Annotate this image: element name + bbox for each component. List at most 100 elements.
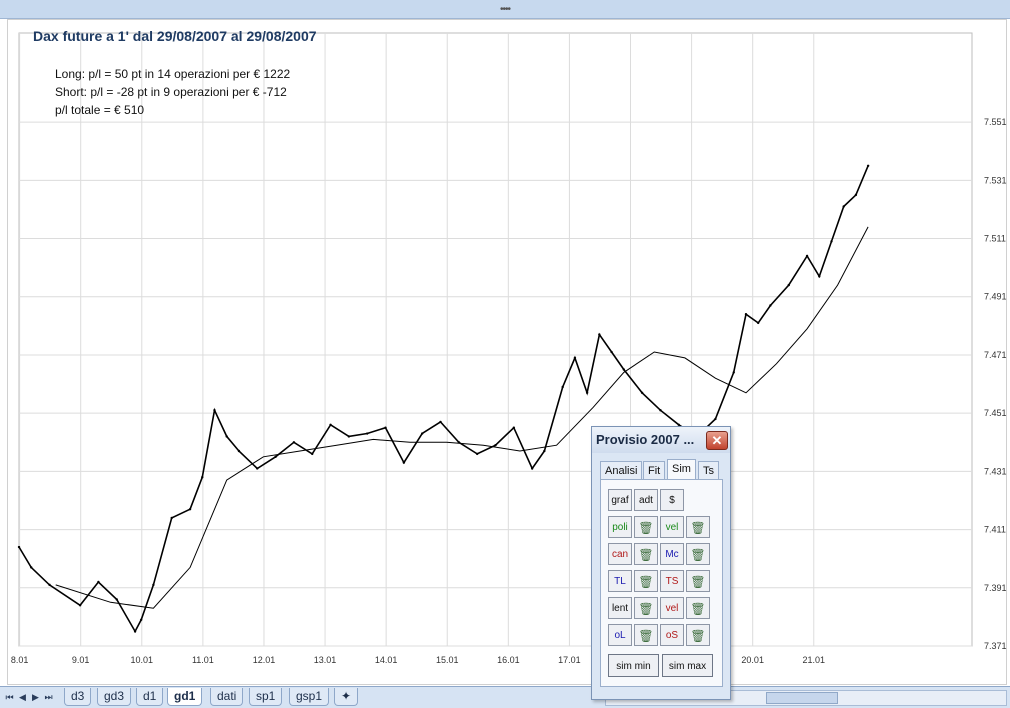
tab-d3[interactable]: d3 <box>64 688 92 706</box>
data-point <box>585 391 589 394</box>
mc-button[interactable]: Mc <box>660 543 684 565</box>
tab-analisi[interactable]: Analisi <box>600 461 643 480</box>
series-line <box>18 165 869 634</box>
x-tick-label: 15.01 <box>436 655 459 665</box>
worksheet: •••• 7.371 7.391 7.411 7.431 7.451 7.471 7.491… <box>0 0 1010 686</box>
sim-min-button[interactable]: sim min <box>608 654 659 677</box>
data-point <box>311 452 314 456</box>
trash-icon[interactable]: 🗑 <box>686 543 710 565</box>
tl-button[interactable]: TL <box>608 570 632 592</box>
vel-button[interactable]: vel <box>660 516 684 538</box>
y-tick-label: 7.391 <box>984 583 1007 593</box>
data-point <box>732 371 735 374</box>
adt-button[interactable]: adt <box>634 489 658 511</box>
data-point <box>744 313 748 316</box>
y-tick-label: 7.551 <box>984 117 1007 127</box>
chart-title: Dax future a 1' dal 29/08/2007 al 29/08/… <box>33 28 317 44</box>
trash-icon[interactable]: 🗑 <box>634 543 658 565</box>
data-point <box>805 254 809 258</box>
chart-plot: 7.371 7.391 7.411 7.431 7.451 7.471 7.491 7.511… <box>11 32 1007 665</box>
data-point <box>78 604 82 607</box>
tab-gd1[interactable]: gd1 <box>167 688 203 706</box>
data-point <box>543 449 546 453</box>
trash-icon[interactable]: 🗑 <box>634 624 658 646</box>
x-tick-label: 17.01 <box>558 655 581 665</box>
vel-red-button[interactable]: vel <box>660 597 684 619</box>
graf-button[interactable]: graf <box>608 489 632 511</box>
os-button[interactable]: oS <box>660 624 684 646</box>
trash-icon[interactable]: 🗑 <box>634 516 658 538</box>
trash-icon[interactable]: 🗑 <box>634 597 658 619</box>
ol-button[interactable]: oL <box>608 624 632 646</box>
y-tick-label: 7.471 <box>984 350 1007 360</box>
data-point <box>402 461 406 464</box>
lent-button[interactable]: lent <box>608 597 632 619</box>
x-tick-label: 13.01 <box>314 655 337 665</box>
trash-icon[interactable]: 🗑 <box>634 570 658 592</box>
data-point <box>97 580 100 584</box>
data-point <box>866 164 870 167</box>
data-point <box>439 420 442 424</box>
data-point <box>17 545 21 549</box>
x-tick-label: 21.01 <box>803 655 826 665</box>
trash-icon[interactable]: 🗑 <box>686 624 710 646</box>
data-point <box>48 583 51 587</box>
toolbar-titlebar[interactable]: Provisio 2007 ... ✕ <box>592 427 730 453</box>
long-stat: Long: p/l = 50 pt in 14 operazioni per €… <box>55 67 291 81</box>
data-point <box>610 350 613 354</box>
trash-icon[interactable]: 🗑 <box>686 516 710 538</box>
trash-icon[interactable]: 🗑 <box>686 570 710 592</box>
y-tick-label: 7.491 <box>984 292 1007 302</box>
scroll-thumb[interactable] <box>766 692 838 704</box>
trash-icon[interactable]: 🗑 <box>686 597 710 619</box>
data-point <box>787 283 790 287</box>
tab-sp1[interactable]: sp1 <box>249 688 283 706</box>
first-sheet-icon[interactable]: ⏮ <box>4 690 15 704</box>
dollar-button[interactable]: $ <box>660 489 684 511</box>
data-point <box>225 435 228 438</box>
data-point <box>561 385 564 389</box>
sheet-tab-bar: ⏮ ◀ ▶ ⏭ d3 gd3 d1 gd1 dati sp1 gsp1 ✦ <box>0 686 1010 708</box>
tab-d1[interactable]: d1 <box>136 688 164 706</box>
data-point <box>622 368 625 371</box>
prev-sheet-icon[interactable]: ◀ <box>17 690 28 704</box>
data-point <box>854 193 858 197</box>
y-tick-label: 7.451 <box>984 408 1007 418</box>
last-sheet-icon[interactable]: ⏭ <box>43 690 54 704</box>
y-tick-label: 7.371 <box>984 641 1007 651</box>
data-point <box>133 630 137 633</box>
data-point <box>329 423 332 426</box>
x-tick-label: 10.01 <box>131 655 154 665</box>
data-point <box>494 443 497 447</box>
close-icon[interactable]: ✕ <box>706 431 728 450</box>
data-point <box>573 356 577 360</box>
insert-sheet-icon[interactable]: ✦ <box>334 688 359 706</box>
tab-ts[interactable]: Ts <box>698 461 719 480</box>
tab-sim[interactable]: Sim <box>667 459 696 480</box>
sim-max-button[interactable]: sim max <box>662 654 713 677</box>
can-button[interactable]: can <box>608 543 632 565</box>
tab-gd3[interactable]: gd3 <box>97 688 132 706</box>
ts-button[interactable]: TS <box>660 570 684 592</box>
data-point <box>347 435 351 438</box>
data-point <box>237 449 241 453</box>
data-point <box>292 441 296 444</box>
data-point <box>256 467 259 470</box>
poli-button[interactable]: poli <box>608 516 632 538</box>
data-point <box>366 432 369 435</box>
data-point <box>115 598 118 601</box>
y-tick-label: 7.411 <box>984 525 1006 535</box>
y-tick-label: 7.511 <box>984 234 1006 244</box>
tab-fit[interactable]: Fit <box>643 461 666 480</box>
total-stat: p/l totale = € 510 <box>55 103 145 117</box>
next-sheet-icon[interactable]: ▶ <box>30 690 41 704</box>
tab-gsp1[interactable]: gsp1 <box>289 688 330 706</box>
data-point <box>598 333 601 336</box>
short-stat: Short: p/l = -28 pt in 9 operazioni per … <box>55 85 287 99</box>
data-point <box>475 452 479 456</box>
data-point <box>170 516 173 520</box>
data-point <box>830 240 833 243</box>
tab-dati[interactable]: dati <box>210 688 244 706</box>
data-point <box>213 409 216 412</box>
data-point <box>769 304 772 307</box>
